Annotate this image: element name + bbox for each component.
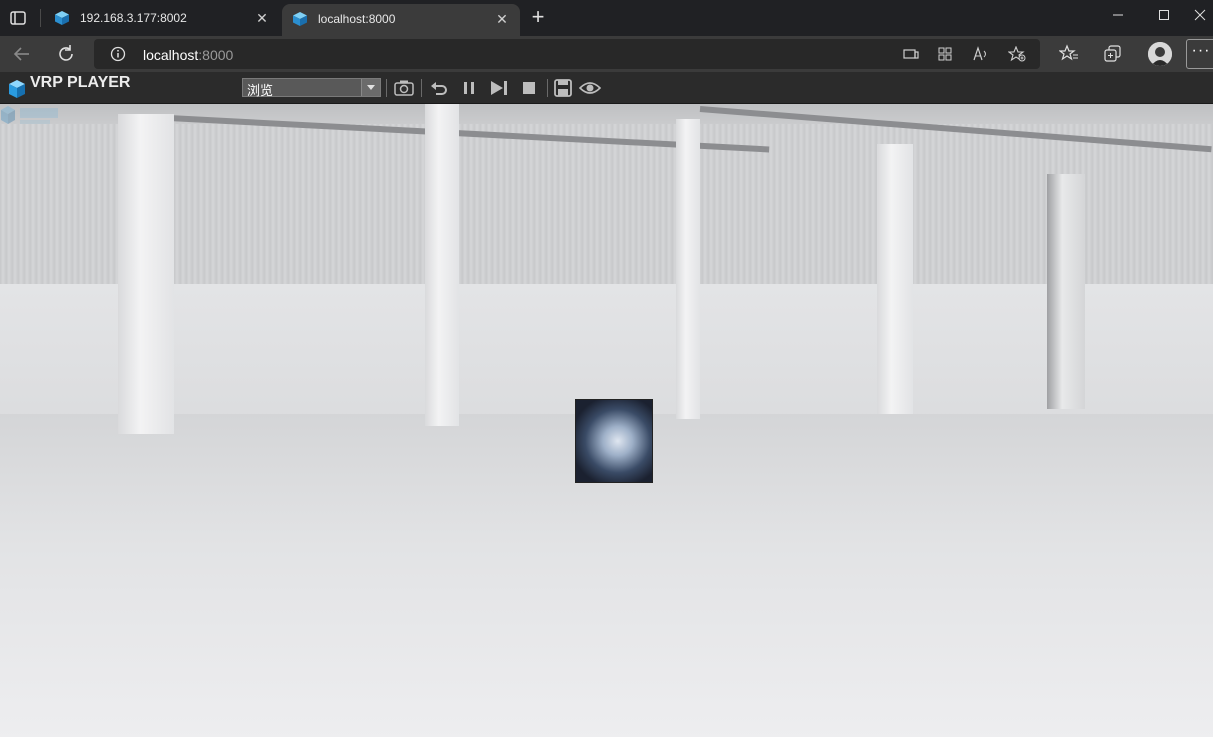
close-icon[interactable]: ✕ <box>254 10 270 26</box>
vrp-watermark-logo <box>0 104 62 128</box>
tab-title: 192.168.3.177:8002 <box>80 11 187 25</box>
vrp-logo-icon <box>8 79 26 99</box>
undo-icon[interactable] <box>428 78 450 98</box>
tab-title: localhost:8000 <box>318 12 396 26</box>
page-viewport: VRP PLAYER 浏览 <box>0 72 1213 737</box>
collections-icon[interactable] <box>1103 44 1123 64</box>
app-available-icon[interactable] <box>902 46 920 62</box>
browser-nav-bar: localhost:8000 ··· <box>0 36 1213 72</box>
pillar <box>877 144 913 414</box>
close-icon[interactable]: ✕ <box>494 11 510 27</box>
mode-select-value: 浏览 <box>247 83 274 98</box>
pillar <box>425 104 459 426</box>
read-aloud-icon[interactable] <box>972 46 990 62</box>
stop-icon[interactable] <box>518 78 540 98</box>
toolbar-separator <box>547 79 548 97</box>
tab-localhost-8000[interactable]: localhost:8000 ✕ <box>282 4 520 36</box>
vrp-toolbar: VRP PLAYER 浏览 <box>0 72 1213 104</box>
warehouse-upper-wall <box>0 124 1213 299</box>
browser-tab-bar: 192.168.3.177:8002 ✕ localhost:8000 ✕ + <box>0 0 1213 36</box>
pillar <box>1047 174 1085 409</box>
back-button[interactable] <box>10 42 34 66</box>
pillar <box>676 119 700 419</box>
toolbar-separator <box>421 79 422 97</box>
tab-192-168-3-177[interactable]: 192.168.3.177:8002 ✕ <box>44 0 280 36</box>
3d-viewport-canvas[interactable] <box>0 104 1213 737</box>
mode-select[interactable]: 浏览 <box>242 78 381 98</box>
toolbar-separator <box>386 79 387 97</box>
new-tab-button[interactable]: + <box>528 6 548 28</box>
close-window-button[interactable] <box>1187 0 1213 30</box>
address-bar[interactable]: localhost:8000 <box>94 39 1040 69</box>
cube-favicon-icon <box>54 10 70 26</box>
minimize-button[interactable] <box>1095 0 1141 30</box>
url-host: localhost <box>143 47 199 63</box>
chevron-down-icon[interactable] <box>361 79 380 96</box>
step-forward-icon[interactable] <box>488 78 510 98</box>
profile-avatar[interactable] <box>1148 42 1172 66</box>
refresh-button[interactable] <box>54 42 78 66</box>
add-favorite-icon[interactable] <box>1007 45 1026 62</box>
favorites-icon[interactable] <box>1058 44 1079 64</box>
url-port: :8000 <box>198 47 234 63</box>
url-text: localhost:8000 <box>143 47 233 63</box>
pause-icon[interactable] <box>458 78 480 98</box>
cube-favicon-icon <box>292 11 308 27</box>
settings-more-button[interactable]: ··· <box>1186 39 1213 69</box>
grid-apps-icon[interactable] <box>936 46 954 62</box>
info-icon[interactable] <box>110 46 126 67</box>
camera-icon[interactable] <box>393 78 415 98</box>
tab-actions-icon[interactable] <box>8 8 28 28</box>
pillar <box>118 114 174 434</box>
smoke-texture-cube[interactable] <box>575 399 653 483</box>
save-icon[interactable] <box>552 78 574 98</box>
maximize-button[interactable] <box>1141 0 1187 30</box>
app-title: VRP PLAYER <box>30 74 131 91</box>
eye-icon[interactable] <box>579 78 601 98</box>
tab-separator <box>40 9 41 27</box>
